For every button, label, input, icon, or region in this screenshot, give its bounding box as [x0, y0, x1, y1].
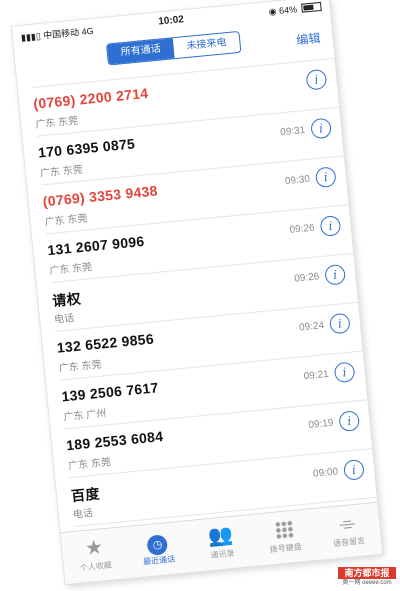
call-time: 09:26 — [293, 271, 320, 285]
call-number: 132 6522 9856 — [56, 330, 155, 356]
tab-label: 语音留言 — [332, 536, 366, 549]
recent-calls-list: (0769) 2200 2714 广东 东莞 i 170 6395 0875 广东 东莞… — [17, 47, 382, 577]
tab-label: 个人收藏 — [79, 560, 113, 573]
tab-missed-calls[interactable]: 未接来电 — [173, 32, 241, 58]
call-number: 请权 — [51, 290, 82, 309]
call-number: (0769) 3353 9438 — [42, 182, 159, 210]
call-location: 广东 东莞 — [44, 213, 88, 229]
watermark-brand: 南方都市报 — [338, 567, 396, 579]
info-icon[interactable]: i — [343, 458, 365, 481]
info-icon[interactable]: i — [333, 361, 356, 384]
phone-screen: ▮▮▮▯ 中国移动 4G 10:02 ◉ 64% 所有通话 未接来电 编辑 (0… — [11, 0, 383, 585]
info-icon[interactable]: i — [338, 410, 361, 433]
battery-percent: 64% — [278, 4, 298, 16]
watermark-logo: 南方都市报 奥一网 oeeee.com — [338, 567, 396, 587]
call-location: 电话 — [53, 313, 75, 326]
edit-button[interactable]: 编辑 — [296, 29, 322, 48]
call-number: 170 6395 0875 — [37, 135, 136, 161]
info-icon[interactable]: i — [314, 166, 337, 189]
voicemail-icon: ⌯ — [338, 512, 357, 536]
info-icon[interactable]: i — [310, 117, 332, 140]
call-location: 广东 东莞 — [58, 359, 103, 375]
call-time: 09:24 — [298, 320, 325, 334]
call-location: 广东 东莞 — [34, 115, 79, 131]
tab-label: 最近通话 — [142, 554, 176, 567]
tab-keypad[interactable]: 拨号键盘 — [251, 509, 319, 567]
tab-label: 通讯录 — [210, 548, 235, 561]
tab-label: 拨号键盘 — [269, 542, 303, 555]
tab-contacts[interactable]: 👥 通讯录 — [187, 515, 255, 573]
watermark-url: 奥一网 oeeee.com — [342, 580, 392, 586]
tab-clock[interactable]: ◷ 最近通话 — [124, 521, 192, 579]
call-time: 09:26 — [289, 222, 316, 236]
clock-icon: ◷ — [146, 534, 169, 556]
info-icon[interactable]: i — [324, 263, 347, 286]
battery-icon — [301, 1, 322, 13]
call-location: 广东 东莞 — [67, 457, 112, 473]
contacts-icon: 👥 — [207, 523, 235, 549]
call-location: 广东 广州 — [63, 408, 107, 424]
info-icon[interactable]: i — [319, 215, 342, 237]
call-number: 131 2607 9096 — [46, 232, 146, 259]
call-number: 百度 — [70, 485, 101, 505]
call-number: (0769) 2200 2714 — [32, 84, 149, 112]
call-location: 电话 — [72, 508, 94, 521]
call-number: 189 2553 6084 — [65, 428, 164, 454]
info-icon[interactable]: i — [328, 312, 351, 335]
tab-star[interactable]: ★ 个人收藏 — [61, 527, 129, 584]
call-time: 09:21 — [303, 368, 330, 383]
call-time: 09:30 — [284, 173, 311, 188]
call-time: 09:19 — [307, 417, 334, 432]
keypad-icon — [274, 520, 294, 540]
star-icon: ★ — [84, 536, 105, 560]
tab-all-calls[interactable]: 所有通话 — [107, 38, 175, 65]
info-icon[interactable]: i — [305, 68, 328, 91]
tab-voicemail[interactable]: ⌯ 语音留言 — [314, 503, 382, 561]
call-number: 139 2506 7617 — [60, 379, 160, 405]
location-icon: ◉ — [268, 6, 278, 17]
call-location: 广东 东莞 — [49, 262, 93, 278]
call-location: 广东 东莞 — [39, 164, 84, 180]
call-time: 09:00 — [312, 466, 339, 480]
call-time: 09:31 — [279, 125, 306, 139]
